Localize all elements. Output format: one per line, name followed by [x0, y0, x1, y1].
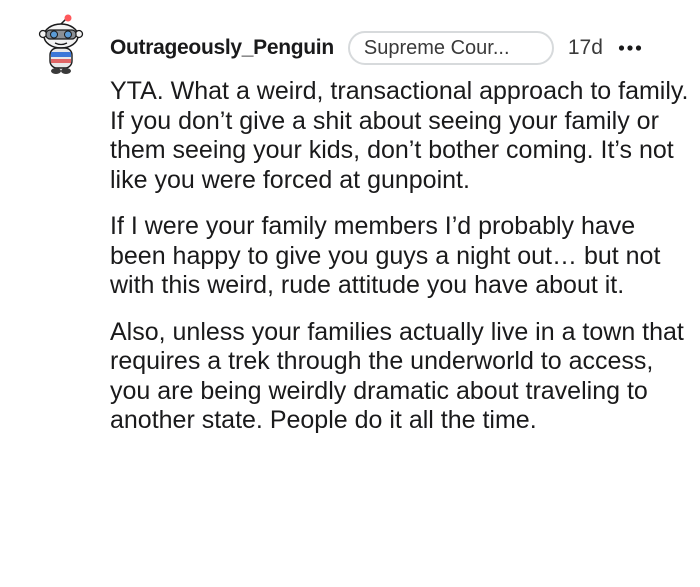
- comment: Outrageously_Penguin Supreme Cour... 17d…: [0, 0, 700, 587]
- user-flair: Supreme Cour...: [347, 31, 554, 65]
- username-link[interactable]: Outrageously_Penguin: [110, 36, 334, 60]
- comment-timestamp[interactable]: 17d: [568, 36, 603, 60]
- comment-paragraph: Also, unless your families actually live…: [110, 317, 684, 435]
- more-horizontal-icon: [618, 45, 642, 51]
- comment-paragraph: YTA. What a weird, transactional approac…: [110, 77, 689, 194]
- more-options-button[interactable]: [615, 33, 645, 63]
- comment-body: YTA. What a weird, transactional approac…: [110, 77, 692, 436]
- snoo-avatar-icon[interactable]: [34, 14, 88, 80]
- comment-header: Outrageously_Penguin Supreme Cour... 17d: [110, 30, 645, 66]
- user-flair-label: Supreme Cour...: [363, 36, 510, 59]
- comment-paragraph: If I were your family members I’d probab…: [110, 212, 661, 299]
